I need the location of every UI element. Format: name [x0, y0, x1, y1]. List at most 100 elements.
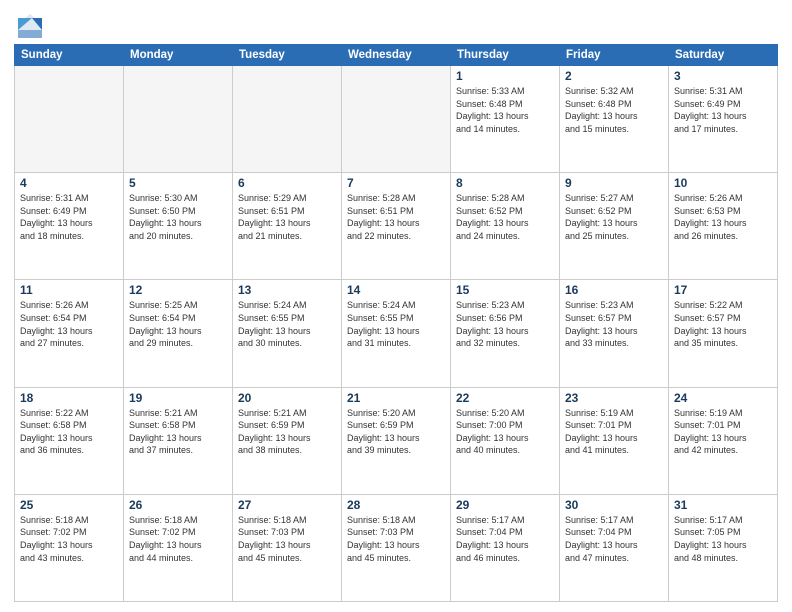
calendar-cell: 23 Sunrise: 5:19 AM Sunset: 7:01 PM Dayli…: [560, 387, 669, 494]
calendar-cell: [15, 66, 124, 173]
calendar-table: SundayMondayTuesdayWednesdayThursdayFrid…: [14, 44, 778, 602]
day-info: Sunrise: 5:27 AM Sunset: 6:52 PM Dayligh…: [565, 192, 663, 242]
calendar-cell: 13 Sunrise: 5:24 AM Sunset: 6:55 PM Dayli…: [233, 280, 342, 387]
day-number: 23: [565, 391, 663, 405]
day-info: Sunrise: 5:19 AM Sunset: 7:01 PM Dayligh…: [674, 407, 772, 457]
weekday-header-row: SundayMondayTuesdayWednesdayThursdayFrid…: [15, 45, 778, 66]
day-number: 4: [20, 176, 118, 190]
weekday-header-friday: Friday: [560, 45, 669, 66]
weekday-header-saturday: Saturday: [669, 45, 778, 66]
header: [14, 10, 778, 38]
day-number: 7: [347, 176, 445, 190]
day-number: 19: [129, 391, 227, 405]
day-info: Sunrise: 5:17 AM Sunset: 7:04 PM Dayligh…: [565, 514, 663, 564]
week-row-2: 4 Sunrise: 5:31 AM Sunset: 6:49 PM Daylig…: [15, 173, 778, 280]
calendar-cell: 15Sunrise: 5:23 AM Sunset: 6:56 PM Dayli…: [451, 280, 560, 387]
day-info: Sunrise: 5:22 AM Sunset: 6:57 PM Dayligh…: [674, 299, 772, 349]
day-number: 17: [674, 283, 772, 297]
day-number: 11: [20, 283, 118, 297]
calendar-cell: 10Sunrise: 5:26 AM Sunset: 6:53 PM Dayli…: [669, 173, 778, 280]
day-number: 12: [129, 283, 227, 297]
day-number: 18: [20, 391, 118, 405]
calendar-cell: 24 Sunrise: 5:19 AM Sunset: 7:01 PM Dayli…: [669, 387, 778, 494]
calendar-cell: [342, 66, 451, 173]
day-number: 6: [238, 176, 336, 190]
day-number: 27: [238, 498, 336, 512]
day-number: 2: [565, 69, 663, 83]
day-info: Sunrise: 5:26 AM Sunset: 6:53 PM Dayligh…: [674, 192, 772, 242]
calendar-cell: 25 Sunrise: 5:18 AM Sunset: 7:02 PM Dayli…: [15, 494, 124, 601]
day-number: 15: [456, 283, 554, 297]
day-number: 25: [20, 498, 118, 512]
day-info: Sunrise: 5:33 AM Sunset: 6:48 PM Dayligh…: [456, 85, 554, 135]
day-info: Sunrise: 5:32 AM Sunset: 6:48 PM Dayligh…: [565, 85, 663, 135]
week-row-5: 25 Sunrise: 5:18 AM Sunset: 7:02 PM Dayli…: [15, 494, 778, 601]
day-number: 21: [347, 391, 445, 405]
day-info: Sunrise: 5:21 AM Sunset: 6:58 PM Dayligh…: [129, 407, 227, 457]
day-number: 30: [565, 498, 663, 512]
logo-icon: [14, 10, 42, 38]
week-row-3: 11Sunrise: 5:26 AM Sunset: 6:54 PM Dayli…: [15, 280, 778, 387]
day-info: Sunrise: 5:31 AM Sunset: 6:49 PM Dayligh…: [20, 192, 118, 242]
calendar-cell: 29 Sunrise: 5:17 AM Sunset: 7:04 PM Dayli…: [451, 494, 560, 601]
day-info: Sunrise: 5:28 AM Sunset: 6:51 PM Dayligh…: [347, 192, 445, 242]
day-info: Sunrise: 5:18 AM Sunset: 7:02 PM Dayligh…: [129, 514, 227, 564]
day-info: Sunrise: 5:24 AM Sunset: 6:55 PM Dayligh…: [347, 299, 445, 349]
calendar-cell: 9 Sunrise: 5:27 AM Sunset: 6:52 PM Daylig…: [560, 173, 669, 280]
calendar-cell: 30 Sunrise: 5:17 AM Sunset: 7:04 PM Dayli…: [560, 494, 669, 601]
week-row-4: 18Sunrise: 5:22 AM Sunset: 6:58 PM Dayli…: [15, 387, 778, 494]
day-info: Sunrise: 5:31 AM Sunset: 6:49 PM Dayligh…: [674, 85, 772, 135]
calendar-cell: 26 Sunrise: 5:18 AM Sunset: 7:02 PM Dayli…: [124, 494, 233, 601]
weekday-header-thursday: Thursday: [451, 45, 560, 66]
day-info: Sunrise: 5:24 AM Sunset: 6:55 PM Dayligh…: [238, 299, 336, 349]
day-number: 31: [674, 498, 772, 512]
calendar-cell: 6 Sunrise: 5:29 AM Sunset: 6:51 PM Daylig…: [233, 173, 342, 280]
weekday-header-monday: Monday: [124, 45, 233, 66]
day-number: 20: [238, 391, 336, 405]
day-info: Sunrise: 5:29 AM Sunset: 6:51 PM Dayligh…: [238, 192, 336, 242]
day-info: Sunrise: 5:20 AM Sunset: 7:00 PM Dayligh…: [456, 407, 554, 457]
logo: [14, 10, 46, 38]
calendar-cell: 5 Sunrise: 5:30 AM Sunset: 6:50 PM Daylig…: [124, 173, 233, 280]
day-number: 5: [129, 176, 227, 190]
day-number: 16: [565, 283, 663, 297]
day-info: Sunrise: 5:30 AM Sunset: 6:50 PM Dayligh…: [129, 192, 227, 242]
day-number: 8: [456, 176, 554, 190]
calendar-cell: 22 Sunrise: 5:20 AM Sunset: 7:00 PM Dayli…: [451, 387, 560, 494]
day-number: 28: [347, 498, 445, 512]
calendar-cell: 2 Sunrise: 5:32 AM Sunset: 6:48 PM Daylig…: [560, 66, 669, 173]
weekday-header-tuesday: Tuesday: [233, 45, 342, 66]
calendar-cell: 17 Sunrise: 5:22 AM Sunset: 6:57 PM Dayli…: [669, 280, 778, 387]
day-info: Sunrise: 5:19 AM Sunset: 7:01 PM Dayligh…: [565, 407, 663, 457]
weekday-header-wednesday: Wednesday: [342, 45, 451, 66]
day-info: Sunrise: 5:28 AM Sunset: 6:52 PM Dayligh…: [456, 192, 554, 242]
day-info: Sunrise: 5:21 AM Sunset: 6:59 PM Dayligh…: [238, 407, 336, 457]
day-info: Sunrise: 5:17 AM Sunset: 7:05 PM Dayligh…: [674, 514, 772, 564]
weekday-header-sunday: Sunday: [15, 45, 124, 66]
day-number: 1: [456, 69, 554, 83]
day-info: Sunrise: 5:25 AM Sunset: 6:54 PM Dayligh…: [129, 299, 227, 349]
day-number: 13: [238, 283, 336, 297]
day-number: 26: [129, 498, 227, 512]
day-info: Sunrise: 5:20 AM Sunset: 6:59 PM Dayligh…: [347, 407, 445, 457]
calendar-cell: 14 Sunrise: 5:24 AM Sunset: 6:55 PM Dayli…: [342, 280, 451, 387]
calendar-cell: 12 Sunrise: 5:25 AM Sunset: 6:54 PM Dayli…: [124, 280, 233, 387]
day-info: Sunrise: 5:18 AM Sunset: 7:03 PM Dayligh…: [238, 514, 336, 564]
day-number: 9: [565, 176, 663, 190]
calendar-cell: [233, 66, 342, 173]
calendar-cell: 8 Sunrise: 5:28 AM Sunset: 6:52 PM Daylig…: [451, 173, 560, 280]
day-number: 22: [456, 391, 554, 405]
calendar-cell: 3 Sunrise: 5:31 AM Sunset: 6:49 PM Daylig…: [669, 66, 778, 173]
day-number: 14: [347, 283, 445, 297]
calendar-cell: 27 Sunrise: 5:18 AM Sunset: 7:03 PM Dayli…: [233, 494, 342, 601]
page: SundayMondayTuesdayWednesdayThursdayFrid…: [0, 0, 792, 612]
day-number: 29: [456, 498, 554, 512]
day-number: 3: [674, 69, 772, 83]
calendar-cell: 19 Sunrise: 5:21 AM Sunset: 6:58 PM Dayli…: [124, 387, 233, 494]
day-number: 24: [674, 391, 772, 405]
day-info: Sunrise: 5:18 AM Sunset: 7:02 PM Dayligh…: [20, 514, 118, 564]
calendar-cell: 1 Sunrise: 5:33 AM Sunset: 6:48 PM Daylig…: [451, 66, 560, 173]
day-info: Sunrise: 5:17 AM Sunset: 7:04 PM Dayligh…: [456, 514, 554, 564]
calendar-cell: 21 Sunrise: 5:20 AM Sunset: 6:59 PM Dayli…: [342, 387, 451, 494]
day-info: Sunrise: 5:23 AM Sunset: 6:57 PM Dayligh…: [565, 299, 663, 349]
